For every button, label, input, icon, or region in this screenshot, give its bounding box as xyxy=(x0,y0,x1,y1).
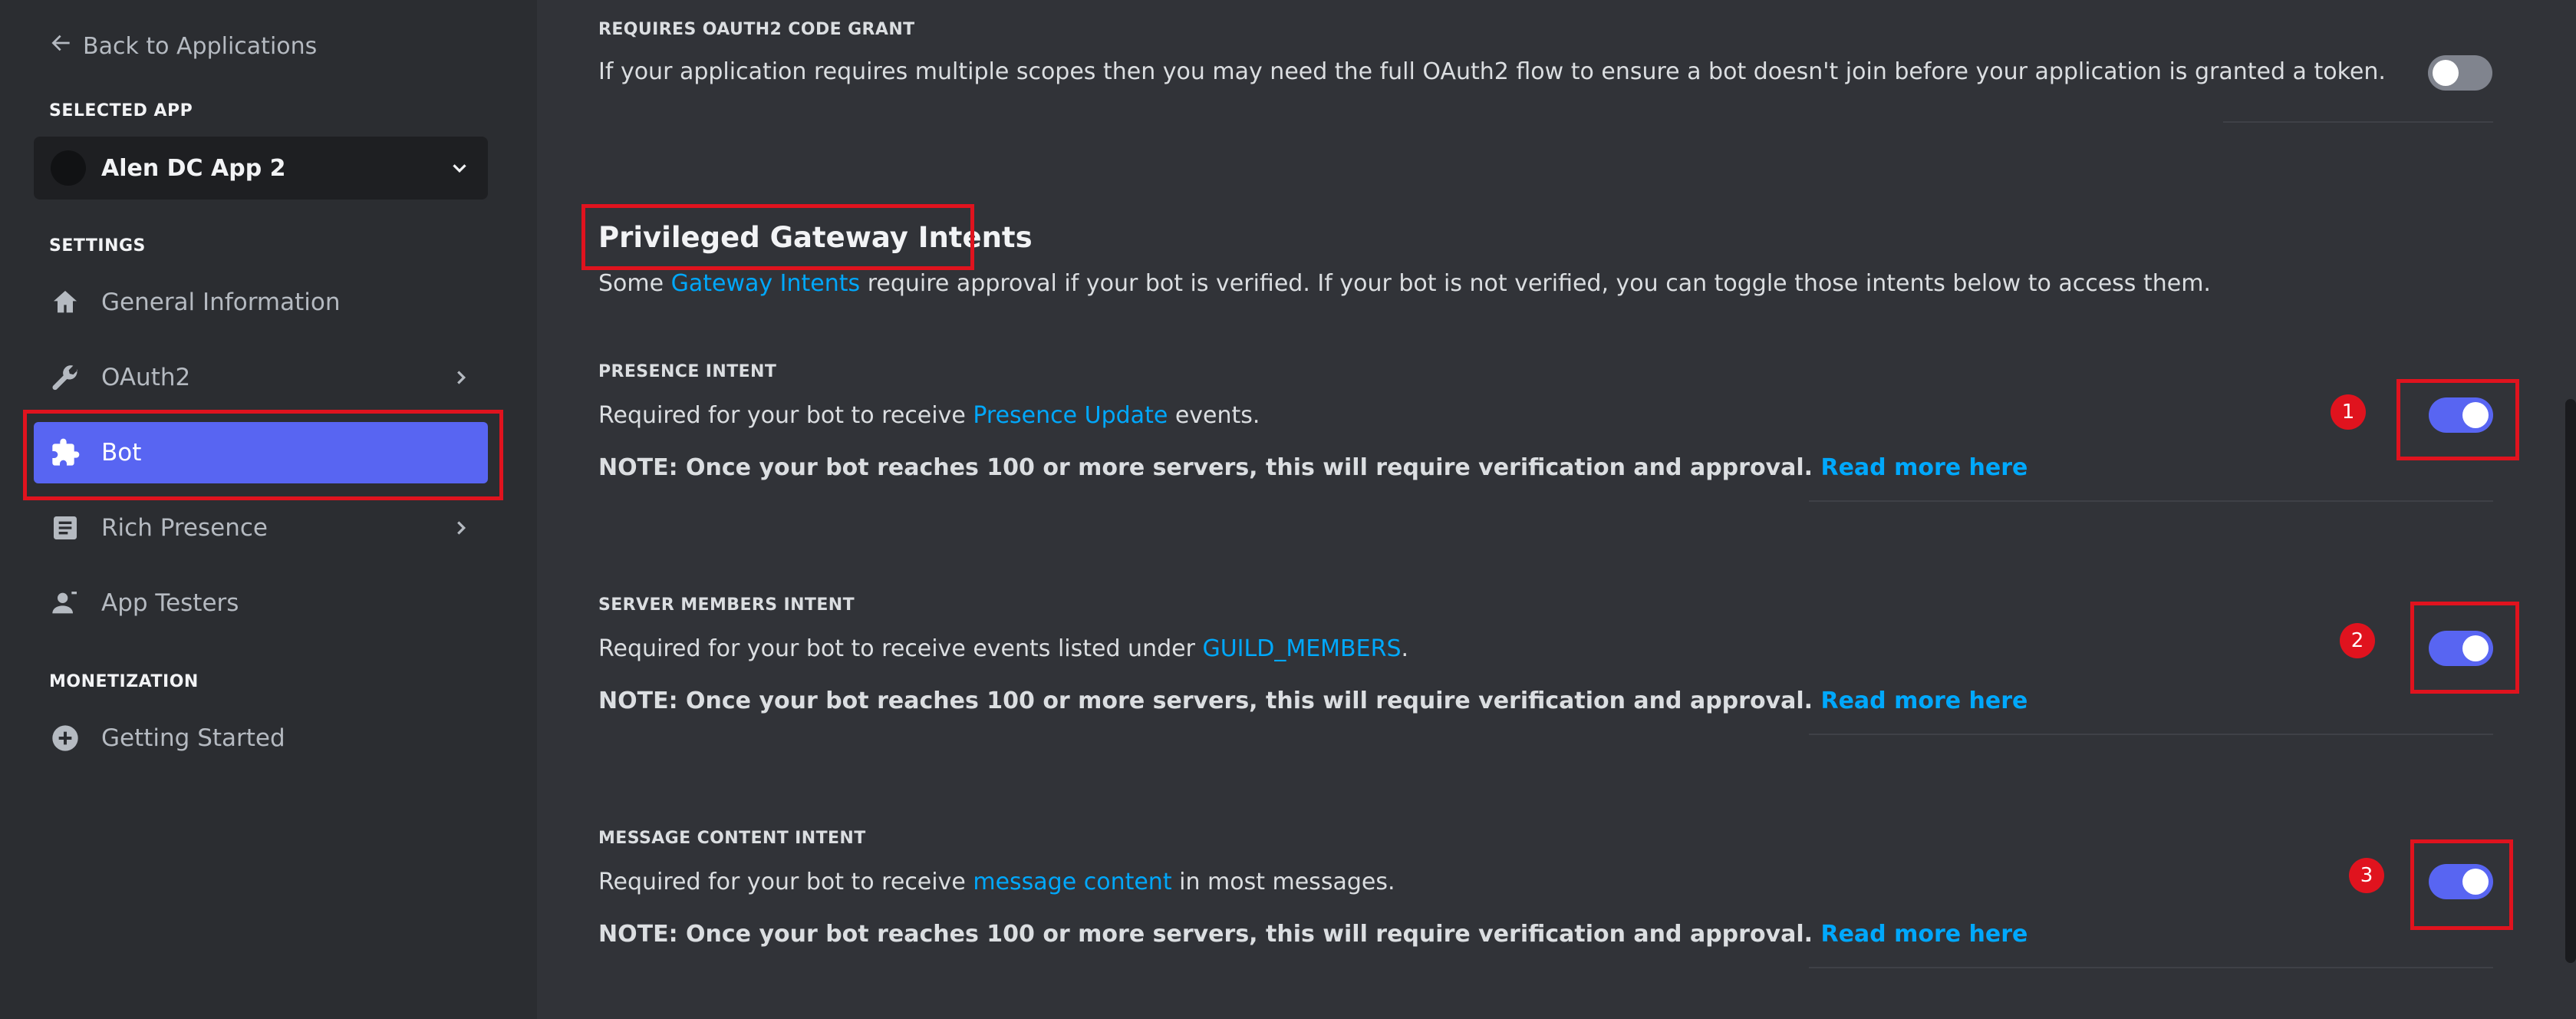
main-content xyxy=(537,0,2576,1019)
app-selector-dropdown[interactable]: Alen DC App 2 xyxy=(34,137,488,200)
monetization-label: MONETIZATION xyxy=(49,672,199,691)
guild-members-link[interactable]: GUILD_MEMBERS xyxy=(1202,635,1401,662)
divider xyxy=(1809,967,2493,968)
plus-circle-icon xyxy=(49,722,81,754)
sidebar: Back to Applications SELECTED APP Alen D… xyxy=(0,0,537,1019)
desc-text: Some xyxy=(598,270,671,297)
wrench-icon xyxy=(49,361,81,394)
note-text: NOTE: Once your bot reaches 100 or more … xyxy=(598,688,1813,714)
annotation-box-heading xyxy=(581,204,974,270)
chevron-right-icon xyxy=(450,516,473,539)
server-members-intent-note: NOTE: Once your bot reaches 100 or more … xyxy=(598,688,2028,714)
settings-label: SETTINGS xyxy=(49,236,146,256)
sidebar-item-label: OAuth2 xyxy=(101,364,191,391)
read-more-link[interactable]: Read more here xyxy=(1820,688,2028,714)
desc-text: events. xyxy=(1168,402,1260,429)
message-content-intent-title: MESSAGE CONTENT INTENT xyxy=(598,829,866,848)
app-avatar xyxy=(51,150,86,186)
annotation-badge-2: 2 xyxy=(2340,623,2375,658)
back-label: Back to Applications xyxy=(83,32,318,60)
presence-intent-title: PRESENCE INTENT xyxy=(598,362,777,381)
sidebar-item-oauth2[interactable]: OAuth2 xyxy=(34,347,488,408)
presence-intent-description: Required for your bot to receive Presenc… xyxy=(598,402,1260,429)
back-to-applications-link[interactable]: Back to Applications xyxy=(49,31,317,61)
oauth-grant-title: REQUIRES OAUTH2 CODE GRANT xyxy=(598,20,915,39)
sidebar-item-label: General Information xyxy=(101,289,341,316)
note-text: NOTE: Once your bot reaches 100 or more … xyxy=(598,921,1813,948)
sidebar-item-label: Getting Started xyxy=(101,724,285,752)
selected-app-label: SELECTED APP xyxy=(49,101,193,120)
desc-text: Required for your bot to receive events … xyxy=(598,635,1203,662)
server-members-intent-title: SERVER MEMBERS INTENT xyxy=(598,595,855,615)
message-content-intent-note: NOTE: Once your bot reaches 100 or more … xyxy=(598,921,2028,948)
desc-text: Required for your bot to receive xyxy=(598,402,973,429)
oauth-grant-description: If your application requires multiple sc… xyxy=(598,58,2386,85)
home-icon xyxy=(49,286,81,318)
chevron-down-icon xyxy=(448,157,471,180)
sidebar-item-general-information[interactable]: General Information xyxy=(34,272,488,333)
desc-text: Required for your bot to receive xyxy=(598,869,973,895)
message-content-intent-description: Required for your bot to receive message… xyxy=(598,869,1395,895)
annotation-box-toggle-3 xyxy=(2410,839,2513,930)
intents-description: Some Gateway Intents require approval if… xyxy=(598,270,2211,297)
annotation-box-bot xyxy=(23,410,503,500)
desc-text: in most messages. xyxy=(1171,869,1395,895)
desc-text: . xyxy=(1401,635,1409,662)
note-text: NOTE: Once your bot reaches 100 or more … xyxy=(598,454,1813,481)
read-more-link[interactable]: Read more here xyxy=(1820,454,2028,481)
annotation-box-toggle-1 xyxy=(2396,379,2519,460)
sidebar-item-app-testers[interactable]: App Testers xyxy=(34,572,488,634)
presence-intent-note: NOTE: Once your bot reaches 100 or more … xyxy=(598,454,2028,481)
annotation-badge-3: 3 xyxy=(2349,858,2384,893)
document-icon xyxy=(49,512,81,544)
divider xyxy=(2223,121,2493,123)
scrollbar[interactable] xyxy=(2565,399,2576,963)
chevron-right-icon xyxy=(450,366,473,389)
annotation-badge-1: 1 xyxy=(2331,394,2366,430)
read-more-link[interactable]: Read more here xyxy=(1820,921,2028,948)
presence-update-link[interactable]: Presence Update xyxy=(973,402,1168,429)
sidebar-item-rich-presence[interactable]: Rich Presence xyxy=(34,497,488,559)
divider xyxy=(1809,500,2493,502)
oauth-grant-toggle[interactable] xyxy=(2428,55,2492,91)
toggle-knob xyxy=(2433,60,2459,86)
arrow-left-icon xyxy=(49,31,74,61)
desc-text: require approval if your bot is verified… xyxy=(860,270,2211,297)
server-members-intent-description: Required for your bot to receive events … xyxy=(598,635,1408,662)
annotation-box-toggle-2 xyxy=(2410,602,2519,694)
gateway-intents-link[interactable]: Gateway Intents xyxy=(671,270,861,297)
message-content-link[interactable]: message content xyxy=(973,869,1171,895)
divider xyxy=(1809,734,2493,735)
sidebar-item-label: Rich Presence xyxy=(101,514,268,542)
app-name: Alen DC App 2 xyxy=(101,154,286,182)
user-icon xyxy=(49,587,81,619)
sidebar-item-label: App Testers xyxy=(101,589,239,617)
sidebar-item-getting-started[interactable]: Getting Started xyxy=(34,707,488,769)
